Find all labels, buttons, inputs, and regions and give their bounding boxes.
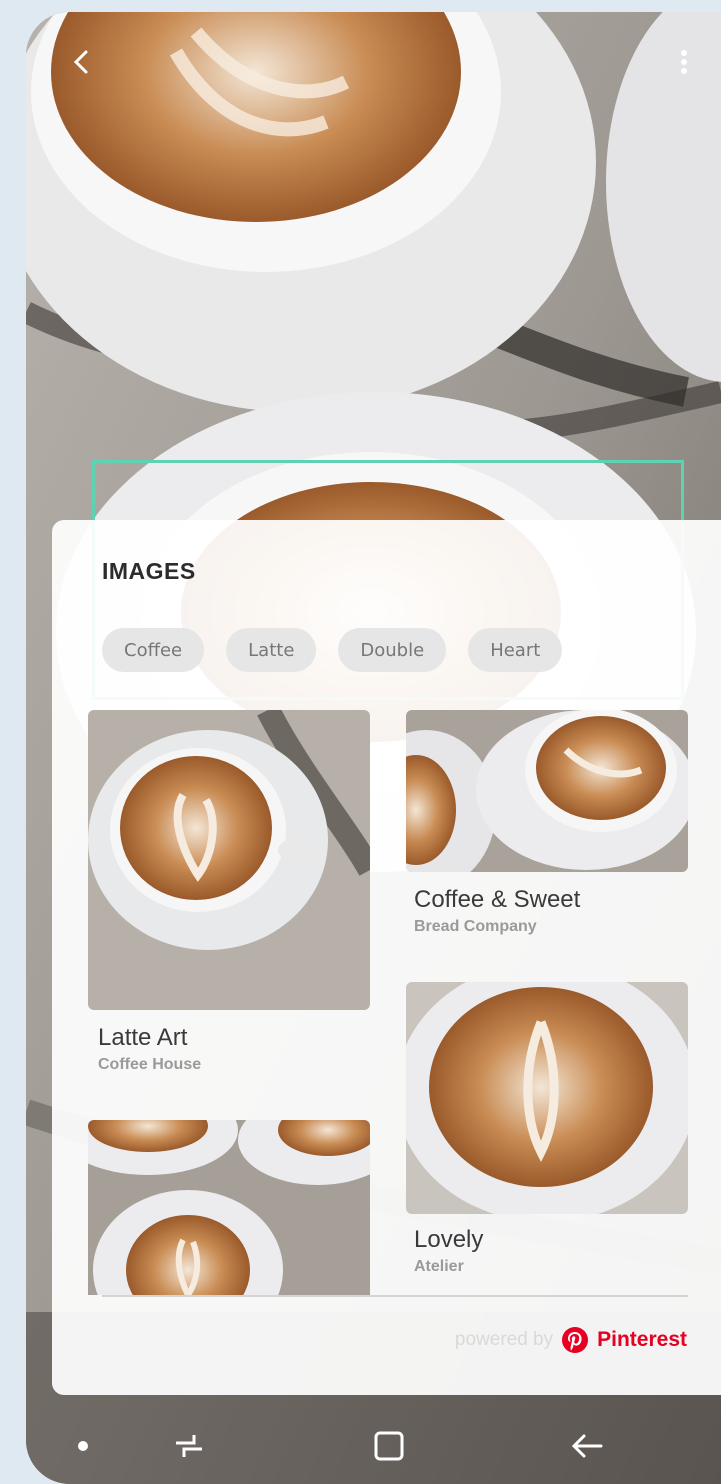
dot-icon (78, 1441, 88, 1451)
chip-latte[interactable]: Latte (226, 628, 317, 672)
coffee-sweet-photo (406, 710, 688, 872)
recent-apps-icon (176, 1435, 202, 1457)
chip-heart[interactable]: Heart (468, 628, 563, 672)
tag-chips: Coffee Latte Double Heart (102, 628, 563, 672)
back-arrow-icon (571, 1434, 603, 1458)
result-subtitle: Bread Company (414, 918, 537, 935)
home-button[interactable] (364, 1421, 414, 1471)
result-subtitle: Coffee House (98, 1056, 202, 1073)
result-image (406, 982, 688, 1214)
result-subtitle: Atelier (414, 1258, 464, 1275)
back-button[interactable] (54, 34, 110, 90)
lovely-photo (406, 982, 688, 1214)
pinterest-wordmark: Pinterest (597, 1328, 687, 1351)
latte-photo (88, 710, 370, 1010)
image-results-card: IMAGES Coffee Latte Double Heart Latte A… (52, 520, 721, 1395)
result-tile-latte-art[interactable]: Latte Art Coffee House (88, 710, 370, 1090)
result-image (406, 710, 688, 872)
result-tile-coffee-sweet[interactable]: Coffee & Sweet Bread Company (406, 710, 688, 950)
system-nav-bar (26, 1407, 721, 1484)
powered-by-label: powered by (454, 1329, 554, 1350)
pinterest-icon (562, 1327, 589, 1353)
chevron-left-icon (73, 50, 88, 74)
home-square-icon (374, 1431, 404, 1461)
assistant-dot-button[interactable] (66, 1429, 100, 1463)
section-title: IMAGES (102, 558, 196, 584)
powered-by-pinterest[interactable]: powered by Pinterest (455, 1326, 687, 1354)
result-tile-lovely[interactable]: Lovely Atelier (406, 982, 688, 1292)
more-options-button[interactable] (656, 34, 712, 90)
divider (102, 1295, 688, 1297)
result-tile-partial[interactable] (88, 1120, 370, 1295)
result-image (88, 1120, 370, 1295)
cups-photo (88, 1120, 370, 1295)
more-vertical-icon (681, 50, 687, 74)
recent-apps-button[interactable] (164, 1421, 214, 1471)
chip-double[interactable]: Double (338, 628, 447, 672)
result-title: Coffee & Sweet (414, 886, 581, 913)
results-grid: Latte Art Coffee House Coffee & Sweet Br… (52, 710, 721, 1295)
chip-coffee[interactable]: Coffee (102, 628, 205, 672)
result-title: Lovely (414, 1226, 484, 1253)
back-nav-button[interactable] (562, 1421, 612, 1471)
result-title: Latte Art (98, 1024, 188, 1051)
result-image (88, 710, 370, 1010)
